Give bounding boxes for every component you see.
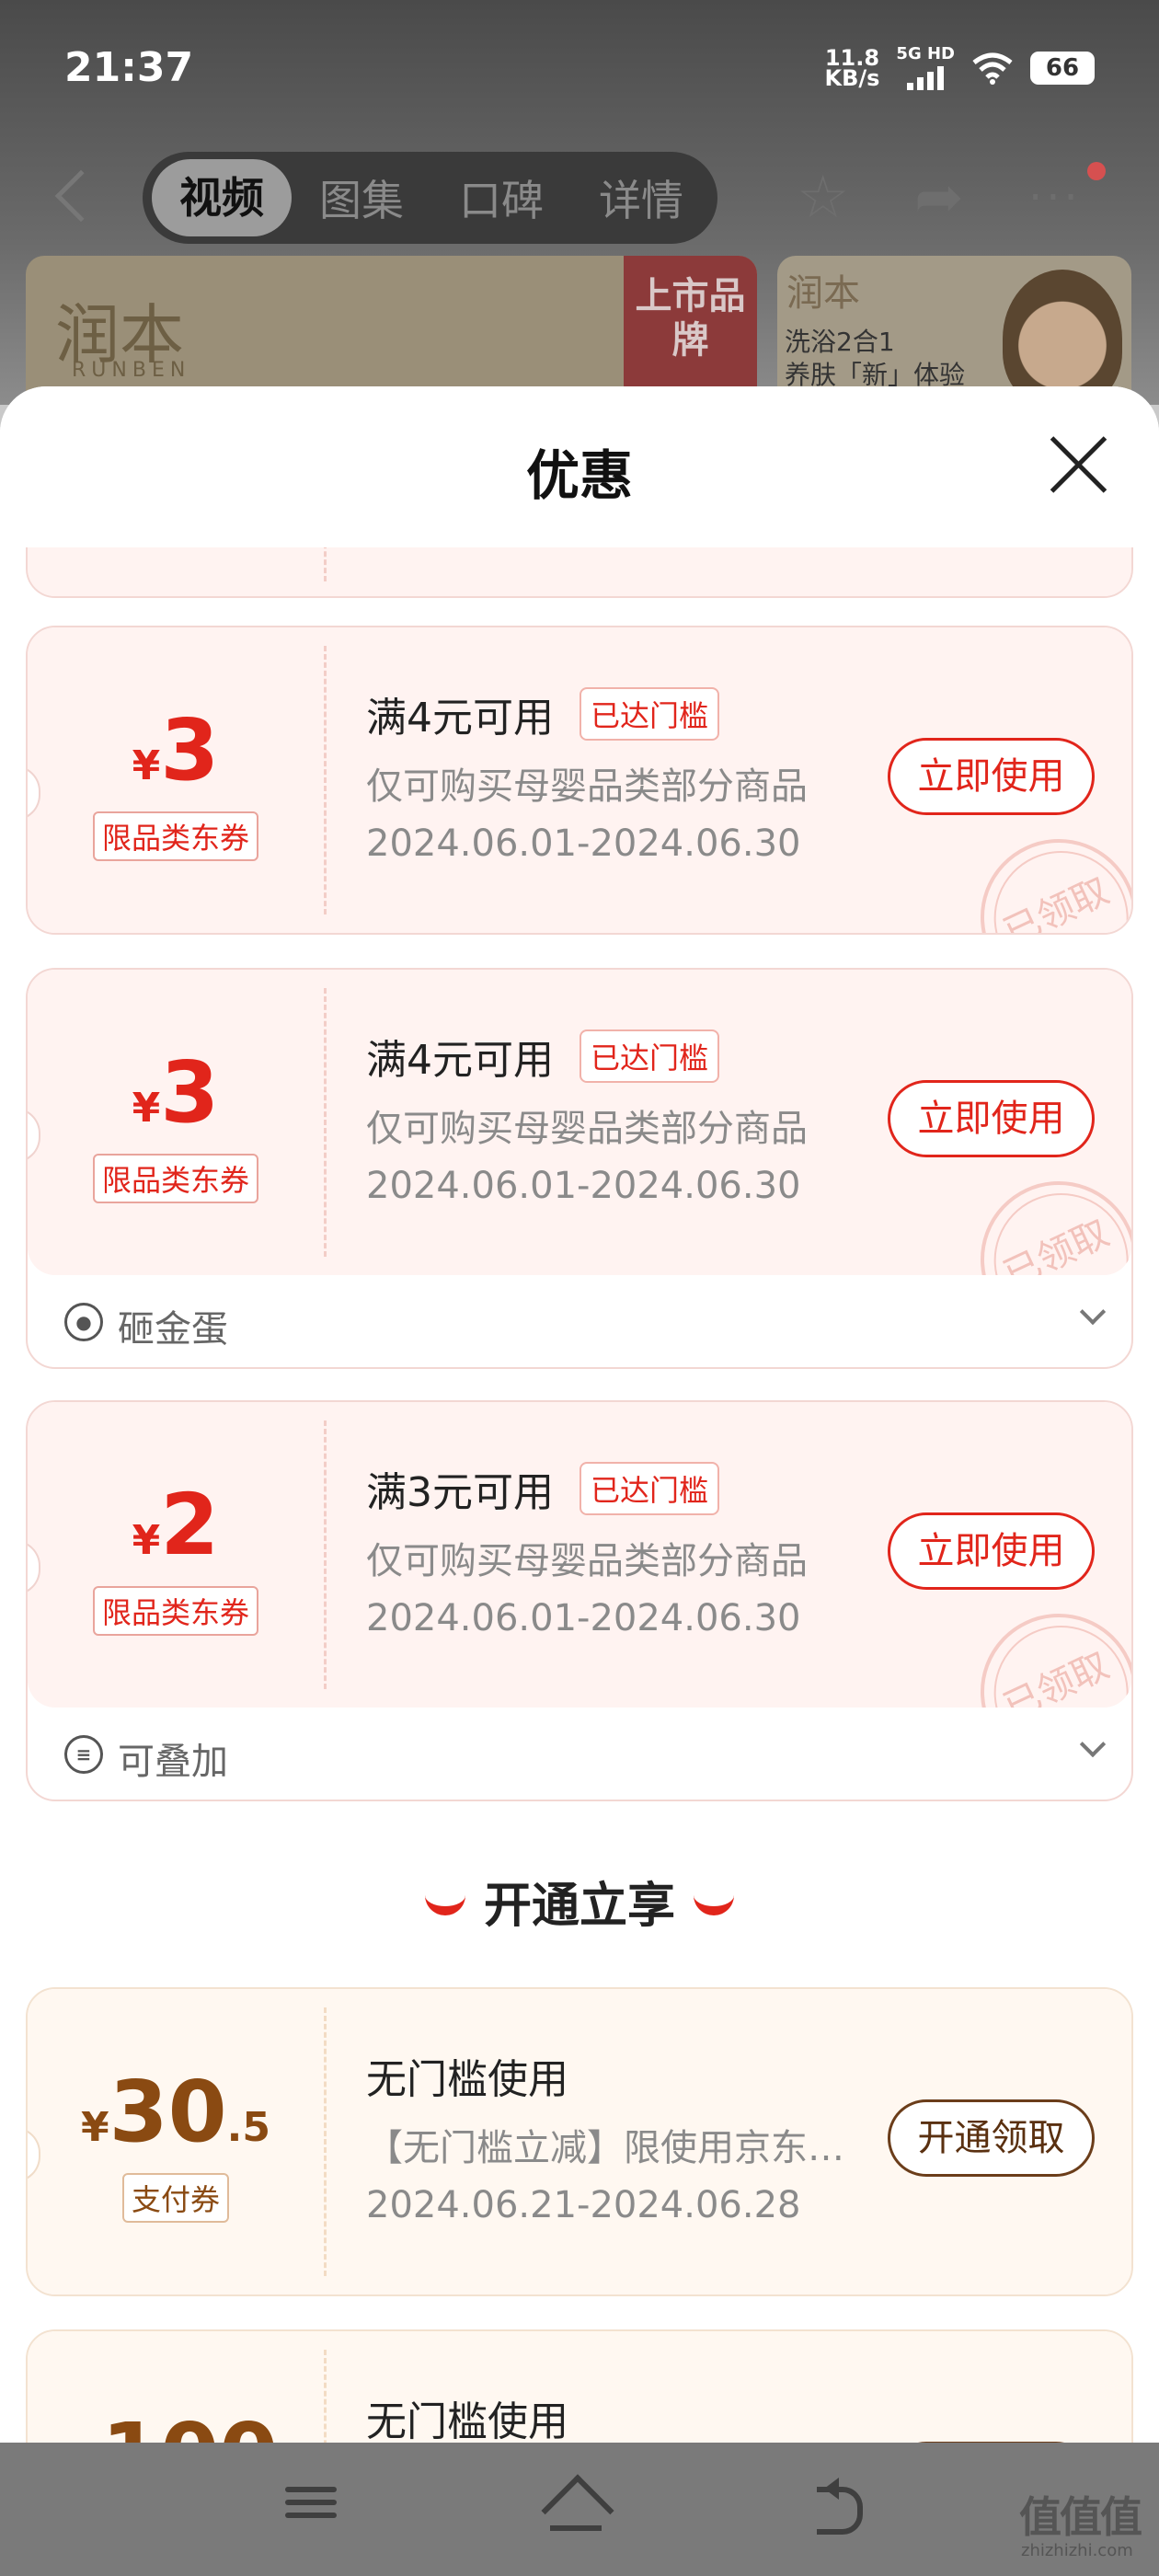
coupon-validity: 2024.06.01-2024.06.30	[366, 1597, 801, 1639]
network-speed: 11.8 KB/s	[824, 45, 880, 91]
coupon-condition: 满3元可用 已达门槛	[366, 1459, 720, 1518]
promo-text: 洗浴2合1 养肤「新」体验	[785, 327, 966, 390]
section-title: 开通立享	[0, 1867, 1159, 1936]
use-now-button[interactable]: 立即使用	[888, 738, 1095, 815]
chevron-down-icon[interactable]	[1079, 1731, 1107, 1758]
chevron-down-icon[interactable]	[1079, 1298, 1107, 1326]
status-indicators: 11.8 KB/s 5G HD 66	[824, 46, 1095, 90]
back-arrow-icon[interactable]	[54, 169, 108, 223]
tab-reviews[interactable]: 口碑	[431, 167, 571, 228]
threshold-met-badge: 已达门槛	[580, 1462, 720, 1515]
menu-icon[interactable]	[285, 2479, 359, 2535]
cellular-signal-icon: 5G HD	[896, 46, 955, 90]
coupon-type-tag: 支付券	[28, 2173, 324, 2223]
coupon-amount: ¥30.5	[81, 2063, 270, 2161]
smile-decoration-icon	[694, 1895, 734, 1915]
more-icon[interactable]: ···	[1028, 168, 1082, 227]
coupon-description: 仅可购买母婴品类部分商品	[366, 765, 808, 808]
coupon-card[interactable]: ¥3 限品类东券 满4元可用 已达门槛 仅可购买母婴品类部分商品 2024.06…	[26, 626, 1133, 935]
use-now-button[interactable]: 立即使用	[888, 1512, 1095, 1590]
activate-claim-button[interactable]: 开通领取	[888, 2099, 1095, 2177]
coupon-condition: 满4元可用 已达门槛	[366, 1027, 720, 1086]
egg-icon: ●	[64, 1303, 103, 1341]
brand-logo-en: RUNBEN	[72, 359, 191, 382]
coupon-validity: 2024.06.21-2024.06.28	[366, 2184, 801, 2226]
coupon-description: 【无门槛立减】限使用京东…	[366, 2127, 844, 2169]
smile-decoration-icon	[424, 1895, 465, 1915]
coupon-description: 仅可购买母婴品类部分商品	[366, 1540, 808, 1582]
top-nav: 视频 图集 口碑 详情 ☆ ➦ ···	[0, 152, 1159, 244]
promo-logo: 润本	[786, 272, 860, 315]
coupon-amount: ¥100	[28, 2405, 324, 2443]
member-coupon-card[interactable]: ¥30.5 支付券 无门槛使用 【无门槛立减】限使用京东… 2024.06.21…	[26, 1987, 1133, 2296]
coupon-condition: 无门槛使用	[366, 2056, 568, 2103]
watermark-url: zhizhizhi.com	[1021, 2541, 1133, 2560]
sheet-header: 优惠	[0, 386, 1159, 547]
coupon-condition: 满4元可用 已达门槛	[366, 684, 720, 743]
status-bar: 21:37 11.8 KB/s 5G HD 66	[0, 0, 1159, 138]
status-time: 21:37	[64, 44, 194, 91]
coupon-condition: 无门槛使用	[366, 2398, 568, 2443]
claimed-stamp: 已领取	[955, 1588, 1131, 1708]
battery-indicator: 66	[1030, 52, 1095, 85]
watermark-logo: 值值值	[1019, 2492, 1142, 2542]
share-icon[interactable]: ➦	[914, 168, 964, 227]
coupon-footer[interactable]: ≡ 可叠加	[28, 1708, 1131, 1800]
coupon-type-tag: 限品类东券	[28, 1154, 324, 1203]
coupon-source-label: 砸金蛋	[118, 1308, 228, 1351]
close-icon[interactable]	[1049, 434, 1107, 493]
system-nav-bar	[0, 2443, 1159, 2576]
coupon-validity: 2024.06.01-2024.06.30	[366, 1165, 801, 1207]
wifi-icon	[972, 52, 1013, 85]
coupon-card[interactable]: ¥3 限品类东券 满4元可用 已达门槛 仅可购买母婴品类部分商品 2024.06…	[26, 968, 1133, 1369]
coupon-list[interactable]: ¥3 限品类东券 满4元可用 已达门槛 仅可购买母婴品类部分商品 2024.06…	[0, 547, 1159, 2443]
star-icon[interactable]: ☆	[797, 168, 849, 227]
coupon-card-partial[interactable]	[26, 547, 1133, 598]
sheet-title: 优惠	[525, 444, 633, 507]
claimed-stamp: 已领取	[955, 813, 1131, 933]
claimed-stamp: 已领取	[955, 1156, 1131, 1275]
coupon-amount: ¥3	[132, 701, 220, 799]
home-icon[interactable]	[543, 2479, 616, 2535]
coupon-amount: ¥3	[132, 1043, 220, 1142]
coupon-amount: ¥2	[132, 1476, 220, 1574]
coupon-validity: 2024.06.01-2024.06.30	[366, 822, 801, 865]
tab-video[interactable]: 视频	[152, 159, 292, 236]
notification-dot	[1087, 162, 1106, 180]
tab-details[interactable]: 详情	[571, 167, 711, 228]
stackable-label: 可叠加	[118, 1741, 228, 1783]
stack-icon: ≡	[64, 1735, 103, 1774]
coupon-footer[interactable]: ● 砸金蛋	[28, 1275, 1131, 1367]
coupon-type-tag: 限品类东券	[28, 811, 324, 861]
use-now-button[interactable]: 立即使用	[888, 1080, 1095, 1157]
tab-gallery[interactable]: 图集	[292, 167, 431, 228]
threshold-met-badge: 已达门槛	[580, 1029, 720, 1083]
coupon-description: 仅可购买母婴品类部分商品	[366, 1108, 808, 1150]
media-tabs: 视频 图集 口碑 详情	[143, 152, 717, 244]
coupon-card[interactable]: ¥2 限品类东券 满3元可用 已达门槛 仅可购买母婴品类部分商品 2024.06…	[26, 1400, 1133, 1801]
threshold-met-badge: 已达门槛	[580, 687, 720, 741]
coupon-type-tag: 限品类东券	[28, 1586, 324, 1636]
back-icon[interactable]	[808, 2478, 881, 2535]
member-coupon-card[interactable]: ¥100 无门槛使用	[26, 2329, 1133, 2443]
coupon-sheet: 优惠 ¥3 限品类东券 满4元可用 已达门槛 仅可购买母婴品类部分商品 2024…	[0, 386, 1159, 2443]
